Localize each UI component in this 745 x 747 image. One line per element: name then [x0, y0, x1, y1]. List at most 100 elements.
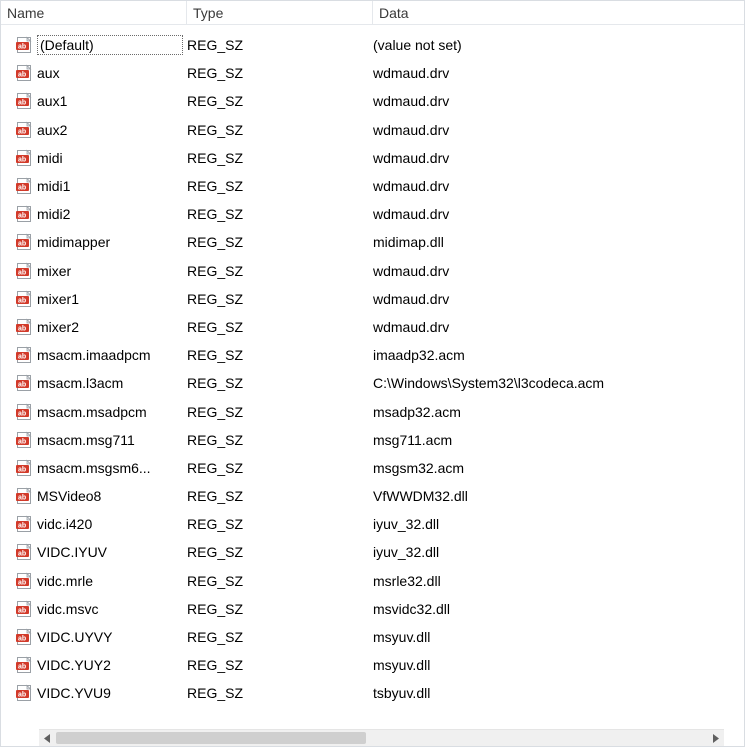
table-row[interactable]: ab auxREG_SZwdmaud.drv [1, 59, 744, 87]
reg-string-icon: ab [15, 177, 33, 195]
table-row[interactable]: ab vidc.msvcREG_SZmsvidc32.dll [1, 595, 744, 623]
svg-text:ab: ab [18, 241, 26, 248]
value-name-label: vidc.i420 [37, 516, 183, 532]
table-row[interactable]: ab VIDC.YVU9REG_SZtsbyuv.dll [1, 679, 744, 707]
value-name-label: MSVideo8 [37, 488, 183, 504]
table-row[interactable]: ab (Default)REG_SZ(value not set) [1, 31, 744, 59]
cell-name[interactable]: ab aux2 [1, 121, 187, 139]
cell-name[interactable]: ab (Default) [1, 35, 187, 55]
cell-data: wdmaud.drv [373, 319, 744, 335]
value-name-label: midi [37, 150, 183, 166]
table-row[interactable]: ab midimapperREG_SZmidimap.dll [1, 228, 744, 256]
cell-name[interactable]: ab mixer1 [1, 290, 187, 308]
horizontal-scrollbar[interactable] [39, 729, 724, 746]
svg-text:ab: ab [18, 44, 26, 51]
cell-data: C:\Windows\System32\l3codeca.acm [373, 375, 744, 391]
reg-string-icon: ab [15, 149, 33, 167]
cell-name[interactable]: ab VIDC.YVU9 [1, 684, 187, 702]
scroll-thumb[interactable] [56, 732, 366, 744]
cell-type: REG_SZ [187, 65, 373, 81]
value-name-label: (Default) [37, 35, 183, 55]
table-row[interactable]: ab VIDC.YUY2REG_SZmsyuv.dll [1, 651, 744, 679]
scroll-left-button[interactable] [39, 730, 56, 746]
cell-name[interactable]: ab vidc.i420 [1, 515, 187, 533]
cell-data: iyuv_32.dll [373, 544, 744, 560]
cell-name[interactable]: ab VIDC.UYVY [1, 628, 187, 646]
reg-string-icon: ab [15, 656, 33, 674]
table-row[interactable]: ab VIDC.UYVYREG_SZmsyuv.dll [1, 623, 744, 651]
reg-string-icon: ab [15, 92, 33, 110]
cell-type: REG_SZ [187, 460, 373, 476]
table-row[interactable]: ab vidc.mrleREG_SZmsrle32.dll [1, 567, 744, 595]
svg-text:ab: ab [18, 269, 26, 276]
cell-name[interactable]: ab mixer2 [1, 318, 187, 336]
table-row[interactable]: ab msacm.msg711REG_SZmsg711.acm [1, 426, 744, 454]
cell-type: REG_SZ [187, 93, 373, 109]
cell-name[interactable]: ab aux [1, 64, 187, 82]
table-row[interactable]: ab vidc.i420REG_SZiyuv_32.dll [1, 510, 744, 538]
value-name-label: mixer [37, 263, 183, 279]
cell-type: REG_SZ [187, 150, 373, 166]
cell-type: REG_SZ [187, 516, 373, 532]
reg-string-icon: ab [15, 515, 33, 533]
table-row[interactable]: ab mixerREG_SZwdmaud.drv [1, 257, 744, 285]
table-row[interactable]: ab aux2REG_SZwdmaud.drv [1, 116, 744, 144]
cell-data: wdmaud.drv [373, 291, 744, 307]
cell-type: REG_SZ [187, 263, 373, 279]
svg-text:ab: ab [18, 325, 26, 332]
column-header-data[interactable]: Data [373, 1, 744, 24]
cell-type: REG_SZ [187, 488, 373, 504]
table-row[interactable]: ab midi2REG_SZwdmaud.drv [1, 200, 744, 228]
cell-name[interactable]: ab MSVideo8 [1, 487, 187, 505]
reg-string-icon: ab [15, 346, 33, 364]
cell-name[interactable]: ab VIDC.IYUV [1, 543, 187, 561]
svg-text:ab: ab [18, 100, 26, 107]
cell-type: REG_SZ [187, 122, 373, 138]
cell-name[interactable]: ab msacm.msg711 [1, 431, 187, 449]
cell-name[interactable]: ab msacm.imaadpcm [1, 346, 187, 364]
cell-name[interactable]: ab msacm.msadpcm [1, 403, 187, 421]
table-row[interactable]: ab msacm.l3acmREG_SZC:\Windows\System32\… [1, 369, 744, 397]
cell-data: msrle32.dll [373, 573, 744, 589]
svg-text:ab: ab [18, 410, 26, 417]
table-row[interactable]: ab aux1REG_SZwdmaud.drv [1, 87, 744, 115]
cell-name[interactable]: ab midi2 [1, 205, 187, 223]
table-row[interactable]: ab msacm.msgsm6...REG_SZmsgsm32.acm [1, 454, 744, 482]
column-header-name[interactable]: Name [1, 1, 187, 24]
reg-string-icon: ab [15, 233, 33, 251]
svg-text:ab: ab [18, 72, 26, 79]
reg-string-icon: ab [15, 487, 33, 505]
cell-name[interactable]: ab mixer [1, 262, 187, 280]
table-row[interactable]: ab midiREG_SZwdmaud.drv [1, 144, 744, 172]
table-row[interactable]: ab VIDC.IYUVREG_SZiyuv_32.dll [1, 538, 744, 566]
column-header-type[interactable]: Type [187, 1, 373, 24]
cell-name[interactable]: ab midi1 [1, 177, 187, 195]
reg-string-icon: ab [15, 205, 33, 223]
cell-name[interactable]: ab midimapper [1, 233, 187, 251]
cell-name[interactable]: ab midi [1, 149, 187, 167]
svg-text:ab: ab [18, 664, 26, 671]
cell-name[interactable]: ab aux1 [1, 92, 187, 110]
cell-data: wdmaud.drv [373, 206, 744, 222]
cell-data: msyuv.dll [373, 629, 744, 645]
svg-text:ab: ab [18, 297, 26, 304]
cell-data: wdmaud.drv [373, 122, 744, 138]
table-row[interactable]: ab msacm.msadpcmREG_SZmsadp32.acm [1, 397, 744, 425]
scroll-right-button[interactable] [707, 730, 724, 746]
cell-name[interactable]: ab msacm.msgsm6... [1, 459, 187, 477]
cell-name[interactable]: ab msacm.l3acm [1, 374, 187, 392]
column-header-row: Name Type Data [1, 1, 744, 25]
cell-name[interactable]: ab VIDC.YUY2 [1, 656, 187, 674]
table-row[interactable]: ab MSVideo8REG_SZVfWWDM32.dll [1, 482, 744, 510]
table-row[interactable]: ab mixer1REG_SZwdmaud.drv [1, 285, 744, 313]
table-row[interactable]: ab midi1REG_SZwdmaud.drv [1, 172, 744, 200]
cell-name[interactable]: ab vidc.mrle [1, 572, 187, 590]
cell-data: wdmaud.drv [373, 263, 744, 279]
reg-string-icon: ab [15, 600, 33, 618]
table-row[interactable]: ab msacm.imaadpcmREG_SZimaadp32.acm [1, 341, 744, 369]
table-row[interactable]: ab mixer2REG_SZwdmaud.drv [1, 313, 744, 341]
cell-type: REG_SZ [187, 432, 373, 448]
reg-string-icon: ab [15, 290, 33, 308]
cell-name[interactable]: ab vidc.msvc [1, 600, 187, 618]
cell-data: msadp32.acm [373, 404, 744, 420]
